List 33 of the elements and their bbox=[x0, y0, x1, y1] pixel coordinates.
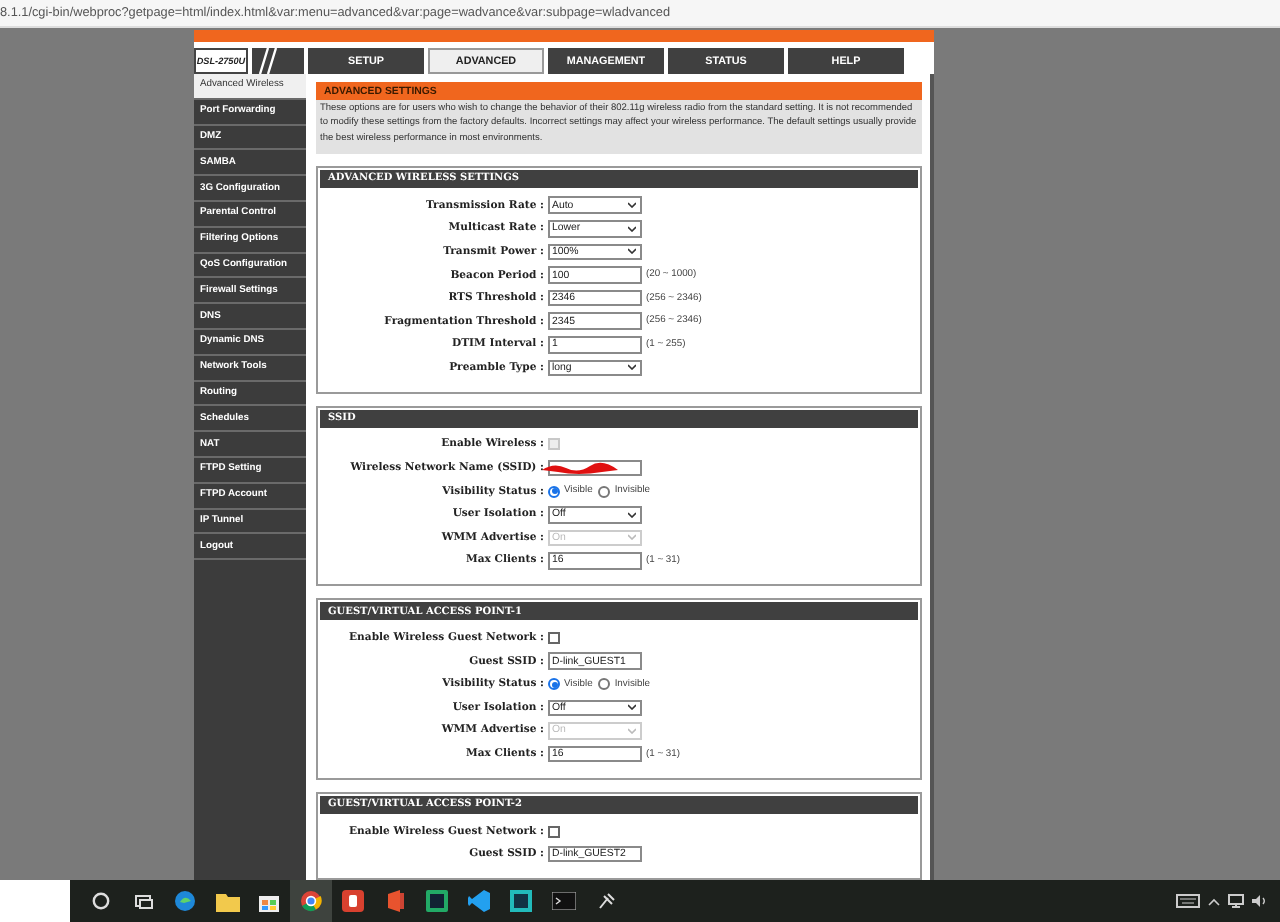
terminal-icon[interactable] bbox=[551, 892, 575, 910]
input-field[interactable] bbox=[548, 459, 642, 477]
checkbox[interactable] bbox=[548, 825, 560, 838]
caret-icon bbox=[628, 225, 636, 232]
taskbar-item[interactable] bbox=[290, 880, 332, 922]
tool-icon[interactable] bbox=[595, 891, 615, 911]
chevron-up-icon[interactable] bbox=[1208, 897, 1220, 905]
app-tile-icon[interactable] bbox=[342, 890, 364, 912]
caret-icon bbox=[628, 511, 636, 518]
checkbox[interactable] bbox=[548, 632, 560, 645]
caret-icon bbox=[628, 727, 636, 734]
radio-button[interactable] bbox=[598, 485, 611, 498]
radio-button[interactable] bbox=[548, 485, 560, 498]
browser-icon[interactable] bbox=[300, 890, 322, 912]
caret-icon bbox=[628, 202, 636, 209]
app-tile-icon[interactable] bbox=[510, 890, 532, 912]
task-view-icon[interactable] bbox=[133, 893, 153, 909]
scribble-drawing bbox=[542, 461, 622, 476]
network-icon[interactable] bbox=[1228, 894, 1244, 908]
caret-icon bbox=[628, 364, 636, 371]
keyboard-icon[interactable] bbox=[1176, 894, 1200, 908]
caret-icon bbox=[628, 248, 636, 255]
door-icon[interactable] bbox=[385, 890, 405, 912]
search-field[interactable] bbox=[0, 880, 70, 922]
folder-icon[interactable] bbox=[215, 891, 239, 911]
ribbon-icon[interactable] bbox=[468, 890, 490, 912]
caret-icon bbox=[628, 704, 636, 711]
circle-icon[interactable] bbox=[92, 892, 110, 910]
radio-button[interactable] bbox=[548, 678, 560, 691]
caret-icon bbox=[628, 534, 636, 541]
volume-icon[interactable] bbox=[1252, 894, 1268, 908]
app-tile-icon[interactable] bbox=[426, 890, 448, 912]
radio-button[interactable] bbox=[598, 678, 611, 691]
